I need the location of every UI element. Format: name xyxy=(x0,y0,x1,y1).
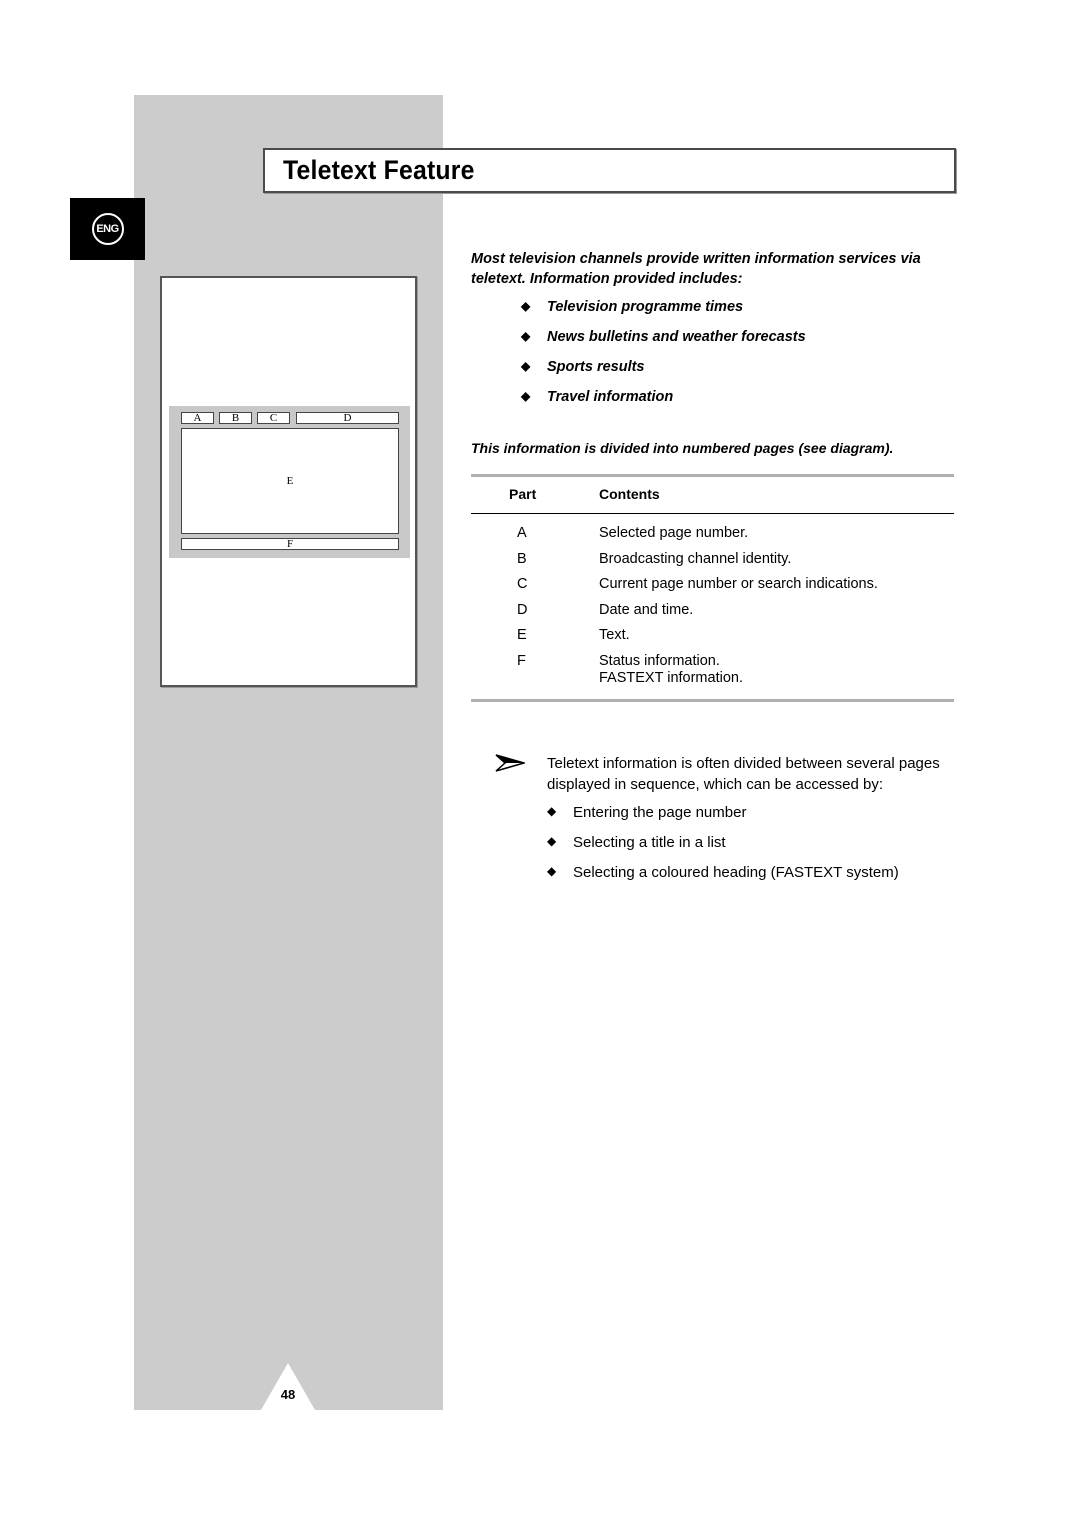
note-text: Teletext information is often divided be… xyxy=(547,755,940,793)
diamond-bullet-icon: ◆ xyxy=(521,329,531,343)
list-item: ◆ Selecting a title in a list xyxy=(547,834,726,851)
diamond-bullet-icon: ◆ xyxy=(547,834,557,848)
diagram-part-c: C xyxy=(257,412,290,424)
list-item: ◆ Sports results xyxy=(521,359,645,375)
part-cell: D xyxy=(517,601,528,618)
diagram-part-a: A xyxy=(181,412,214,424)
diamond-bullet-icon: ◆ xyxy=(521,359,531,373)
table-header-divider xyxy=(471,513,954,514)
access-methods-list: ◆ Entering the page number ◆ Selecting a t… xyxy=(547,804,899,894)
table-row: D Date and time. xyxy=(471,600,954,626)
diagram-part-d: D xyxy=(296,412,399,424)
diagram-part-b: B xyxy=(219,412,252,424)
diagram-part-e: E xyxy=(181,428,399,534)
part-cell: C xyxy=(517,576,528,593)
column-header-contents: Contents xyxy=(599,486,660,502)
contents-cell: Selected page number. xyxy=(599,525,749,541)
list-item: ◆ Selecting a coloured heading (FASTEXT s… xyxy=(547,864,899,881)
teletext-screen: A B C D E F xyxy=(169,406,410,558)
contents-cell: Status information. FASTEXT information. xyxy=(599,652,743,686)
contents-cell: Text. xyxy=(599,627,630,644)
diamond-bullet-icon: ◆ xyxy=(547,864,557,878)
page-number: 48 xyxy=(280,1387,296,1402)
table-header: Part Contents xyxy=(471,486,954,506)
contents-cell: Broadcasting channel identity. xyxy=(599,550,792,567)
language-badge: ENG xyxy=(70,198,145,260)
diamond-bullet-icon: ◆ xyxy=(521,299,531,313)
part-cell: F xyxy=(517,652,526,669)
eng-icon: ENG xyxy=(91,213,124,245)
teletext-diagram: A B C D E F xyxy=(160,276,417,687)
table-row: E Text. xyxy=(471,625,954,651)
part-cell: B xyxy=(517,550,527,567)
table-row: A Selected page number. xyxy=(471,523,954,549)
table-body: A Selected page number. B Broadcasting c… xyxy=(471,523,954,695)
list-item: ◆ News bulletins and weather forecasts xyxy=(521,329,806,345)
diamond-bullet-icon: ◆ xyxy=(521,389,531,403)
table-row: B Broadcasting channel identity. xyxy=(471,549,954,575)
title-box: Teletext Feature xyxy=(263,148,956,193)
column-header-part: Part xyxy=(509,486,537,502)
pages-note: This information is divided into numbere… xyxy=(471,440,894,456)
table-row: C Current page number or search indicati… xyxy=(471,574,954,600)
list-item: ◆ Travel information xyxy=(521,389,674,405)
table-row: F Status information. FASTEXT information… xyxy=(471,651,954,695)
diamond-bullet-icon: ◆ xyxy=(547,804,557,818)
arrow-right-icon xyxy=(495,754,525,772)
list-item: ◆ Entering the page number xyxy=(547,804,747,821)
table-top-divider xyxy=(471,474,954,477)
contents-cell: Current page number or search indication… xyxy=(599,576,878,593)
list-item: ◆ Television programme times xyxy=(521,299,744,315)
intro-paragraph: Most television channels provide written… xyxy=(471,251,921,287)
contents-cell: Date and time. xyxy=(599,601,694,618)
page-title: Teletext Feature xyxy=(283,155,475,185)
diagram-part-f: F xyxy=(181,538,399,550)
table-bottom-divider xyxy=(471,699,954,702)
part-cell: A xyxy=(517,525,527,541)
part-cell: E xyxy=(517,627,527,644)
services-list: ◆ Television programme times ◆ News bullet… xyxy=(521,299,806,419)
